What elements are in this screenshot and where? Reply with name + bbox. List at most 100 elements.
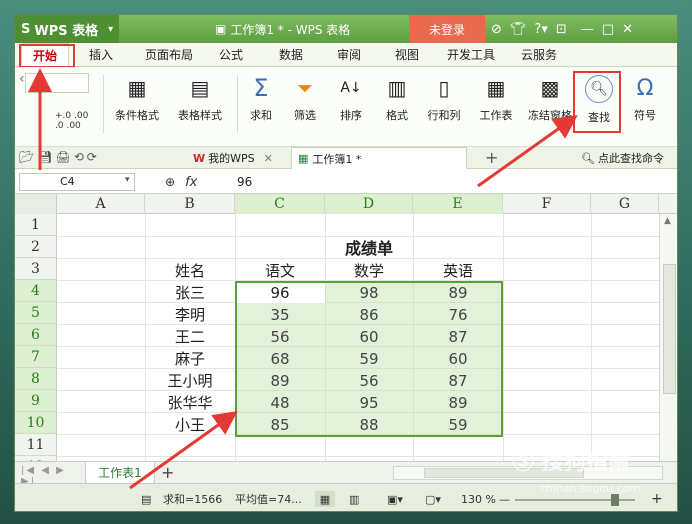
- row-header-1[interactable]: 1: [15, 214, 57, 236]
- chevron-down-icon[interactable]: ▾: [125, 175, 130, 185]
- sum-button[interactable]: Σ 求和: [241, 71, 281, 137]
- cell-chinese[interactable]: 89: [235, 370, 325, 392]
- tab-review[interactable]: 审阅: [327, 43, 371, 67]
- cell-name[interactable]: 张三: [145, 282, 235, 304]
- cell-math[interactable]: 86: [325, 304, 413, 326]
- reading-view-icon[interactable]: ▢▾: [425, 491, 441, 507]
- page-break-view-icon[interactable]: ▥: [349, 491, 359, 507]
- help-icon[interactable]: ?▾: [534, 22, 547, 37]
- tab-insert[interactable]: 插入: [77, 43, 125, 67]
- tab-formulas[interactable]: 公式: [209, 43, 253, 67]
- page-layout-view-icon[interactable]: ▣▾: [387, 491, 403, 507]
- column-header-a[interactable]: A: [57, 194, 145, 214]
- cell-english[interactable]: 87: [413, 370, 503, 392]
- row-header-5[interactable]: 5: [15, 302, 57, 324]
- cell-math[interactable]: 95: [325, 392, 413, 414]
- tab-workbook[interactable]: ▦ 工作簿1 *: [291, 147, 467, 169]
- minimize-icon[interactable]: —: [581, 22, 594, 37]
- add-sheet-icon[interactable]: +: [161, 462, 177, 484]
- cell-chinese[interactable]: 35: [235, 304, 325, 326]
- row-header-11[interactable]: 11: [15, 434, 57, 456]
- sheet-tab-1[interactable]: 工作表1: [85, 462, 155, 484]
- name-box[interactable]: C4: [19, 173, 135, 191]
- tab-page-layout[interactable]: 页面布局: [137, 43, 201, 67]
- zoom-level[interactable]: 130 %: [461, 491, 496, 507]
- cell-math[interactable]: 88: [325, 414, 413, 436]
- cell-math[interactable]: 60: [325, 326, 413, 348]
- rows-columns-button[interactable]: ▯ 行和列: [419, 71, 469, 137]
- symbol-button[interactable]: Ω 符号: [623, 71, 667, 137]
- command-search[interactable]: 🔍︎ 点此查找命令: [581, 149, 677, 167]
- freeze-panes-button[interactable]: ▩ 冻结窗格: [523, 71, 577, 137]
- zoom-slider-thumb[interactable]: [611, 494, 619, 506]
- spreadsheet-grid[interactable]: A B C D E F G 1 2 3 4 5 6 7 8 9 10 11 12: [15, 194, 677, 461]
- table-style-button[interactable]: ▤ 表格样式: [169, 71, 231, 137]
- cell-math[interactable]: 98: [325, 282, 413, 304]
- login-button[interactable]: 未登录: [409, 15, 485, 43]
- row-header-2[interactable]: 2: [15, 236, 57, 258]
- tab-data[interactable]: 数据: [269, 43, 313, 67]
- fx-icon[interactable]: fx: [185, 175, 197, 190]
- cell-english[interactable]: 59: [413, 414, 503, 436]
- row-header-10[interactable]: 10: [15, 412, 57, 434]
- cell-chinese[interactable]: 56: [235, 326, 325, 348]
- cell-name[interactable]: 小王: [145, 414, 235, 436]
- select-all-corner[interactable]: [15, 194, 57, 214]
- column-header-c[interactable]: C: [235, 194, 325, 214]
- cell-chinese[interactable]: 48: [235, 392, 325, 414]
- cell-name[interactable]: 李明: [145, 304, 235, 326]
- cell-math[interactable]: 59: [325, 348, 413, 370]
- close-icon[interactable]: ✕: [264, 152, 273, 165]
- cell-english[interactable]: 89: [413, 282, 503, 304]
- row-header-6[interactable]: 6: [15, 324, 57, 346]
- header-math[interactable]: 数学: [325, 260, 413, 282]
- zoom-out-icon[interactable]: —: [499, 491, 510, 507]
- column-header-g[interactable]: G: [591, 194, 659, 214]
- cell-chinese[interactable]: 85: [235, 414, 325, 436]
- sheet-title[interactable]: 成绩单: [235, 238, 503, 260]
- shirt-icon[interactable]: 👕︎: [510, 22, 527, 37]
- quick-access-icons[interactable]: 📂︎💾︎🖨︎⟲⟳: [19, 150, 179, 166]
- tab-mywps[interactable]: W 我的WPS ✕: [193, 149, 285, 167]
- row-header-3[interactable]: 3: [15, 258, 57, 280]
- row-header-8[interactable]: 8: [15, 368, 57, 390]
- restore-icon[interactable]: ⊡: [556, 22, 567, 37]
- cell-chinese[interactable]: 96: [235, 282, 325, 304]
- close-icon[interactable]: ✕: [622, 22, 633, 37]
- column-header-e[interactable]: E: [413, 194, 503, 214]
- settings-icon[interactable]: ⊘: [491, 22, 502, 37]
- header-chinese[interactable]: 语文: [235, 260, 325, 282]
- row-header-9[interactable]: 9: [15, 390, 57, 412]
- header-name[interactable]: 姓名: [145, 260, 235, 282]
- normal-view-icon[interactable]: ▦: [315, 491, 335, 507]
- tab-view[interactable]: 视图: [385, 43, 429, 67]
- sheet-nav-icons[interactable]: |◀ ◀ ▶ ▶|: [21, 465, 81, 487]
- column-header-d[interactable]: D: [325, 194, 413, 214]
- decimal-buttons[interactable]: +.0 .00 .0 .00: [55, 111, 99, 133]
- format-button[interactable]: ▥ 格式: [375, 71, 419, 137]
- conditional-format-button[interactable]: ▦ 条件格式: [107, 71, 167, 137]
- cell-name[interactable]: 麻子: [145, 348, 235, 370]
- cell-name[interactable]: 张华华: [145, 392, 235, 414]
- maximize-icon[interactable]: □: [602, 22, 614, 37]
- cell-english[interactable]: 87: [413, 326, 503, 348]
- row-header-4[interactable]: 4: [15, 280, 57, 302]
- scroll-up-icon[interactable]: ▲: [664, 216, 671, 226]
- tab-developer[interactable]: 开发工具: [439, 43, 503, 67]
- font-size-box[interactable]: [25, 73, 89, 93]
- formula-input[interactable]: 96: [237, 173, 657, 191]
- tab-cloud[interactable]: 云服务: [511, 43, 567, 67]
- cell-math[interactable]: 56: [325, 370, 413, 392]
- filter-button[interactable]: ⏷ 筛选: [283, 71, 327, 137]
- scrollbar-thumb[interactable]: [663, 264, 676, 394]
- worksheet-button[interactable]: ▦ 工作表: [471, 71, 521, 137]
- cell-english[interactable]: 76: [413, 304, 503, 326]
- column-header-f[interactable]: F: [503, 194, 591, 214]
- cell-english[interactable]: 89: [413, 392, 503, 414]
- header-english[interactable]: 英语: [413, 260, 503, 282]
- zoom-search-icon[interactable]: ⊕: [165, 175, 175, 189]
- cell-name[interactable]: 王小明: [145, 370, 235, 392]
- new-tab-icon[interactable]: +: [485, 148, 501, 168]
- app-menu-button[interactable]: S WPS 表格 ▾: [15, 15, 119, 43]
- sort-button[interactable]: A↓ 排序: [329, 71, 373, 137]
